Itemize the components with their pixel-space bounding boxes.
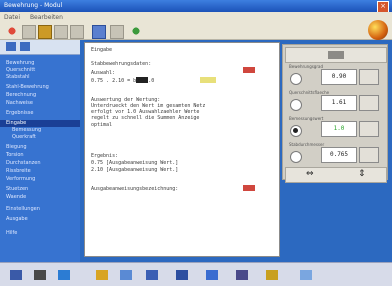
value-field[interactable]: 1.0 bbox=[321, 121, 357, 137]
value-row: Stabdurchmesser 0.765 bbox=[285, 141, 385, 165]
save-icon[interactable] bbox=[70, 25, 84, 39]
panel-toolbar bbox=[285, 47, 387, 63]
value-row: Bemessungswert 1.0 bbox=[285, 115, 385, 139]
calculator-icon[interactable] bbox=[328, 51, 344, 59]
menu-bar: Datei Bearbeiten bbox=[0, 12, 392, 22]
home-icon[interactable] bbox=[38, 25, 52, 39]
app-icon[interactable] bbox=[34, 270, 46, 280]
back-icon[interactable] bbox=[6, 25, 18, 37]
sidebar-item[interactable]: Ausgabe bbox=[0, 216, 80, 223]
start-icon[interactable] bbox=[10, 270, 22, 280]
value-highlight bbox=[200, 77, 216, 83]
value-row-label: Bemessungswert bbox=[289, 116, 324, 121]
adjust-button[interactable] bbox=[359, 69, 379, 85]
value-row: Bewehrungsgrad 0.90 bbox=[285, 63, 385, 87]
globe-icon bbox=[368, 20, 388, 40]
sidebar-item[interactable]: Hilfe bbox=[0, 230, 80, 237]
document-line: optimal bbox=[91, 122, 113, 128]
document-line: Ergebnis: bbox=[91, 153, 119, 159]
forward-icon[interactable] bbox=[22, 25, 36, 39]
document-line: Stabbewehrungsdaten: bbox=[91, 61, 152, 67]
menu-item-datei[interactable]: Datei bbox=[4, 14, 20, 21]
value-row-label: Bewehrungsgrad bbox=[289, 64, 323, 69]
document-line: 2.10 [Ausgabeanweisung Wert.] bbox=[91, 167, 179, 173]
sidebar-item[interactable]: Stuetzen bbox=[0, 186, 80, 193]
option-radio[interactable] bbox=[290, 125, 302, 137]
mail-icon[interactable] bbox=[120, 270, 132, 280]
value-highlight bbox=[136, 77, 148, 83]
sidebar: Bewehrung Querschnitt Stabstahl Stahl-Beweh… bbox=[0, 40, 80, 262]
option-radio[interactable] bbox=[290, 99, 302, 111]
adjust-button[interactable] bbox=[359, 121, 379, 137]
sidebar-header bbox=[0, 40, 80, 55]
sidebar-item[interactable]: Biegung bbox=[0, 144, 80, 151]
sidebar-item[interactable]: Einstellungen bbox=[0, 206, 80, 213]
sidebar-item[interactable]: Rissbreite bbox=[0, 168, 80, 175]
document-line: Eingabe bbox=[91, 47, 113, 53]
network-icon[interactable] bbox=[300, 270, 312, 280]
error-marker bbox=[243, 67, 255, 73]
editor-icon[interactable] bbox=[206, 270, 218, 280]
document-icon[interactable] bbox=[176, 270, 188, 280]
adjust-button[interactable] bbox=[359, 95, 379, 111]
settings-icon[interactable] bbox=[266, 270, 278, 280]
adjust-button[interactable] bbox=[359, 147, 379, 163]
sidebar-item[interactable]: Waende bbox=[0, 194, 80, 201]
sidebar-item[interactable]: Stabstahl bbox=[0, 74, 80, 81]
tool-icon[interactable] bbox=[236, 270, 248, 280]
taskbar bbox=[0, 262, 392, 286]
value-panel: Bewehrungsgrad 0.90 Querschnittsflaeche 1.6… bbox=[282, 44, 388, 183]
document-line: Auswahl: bbox=[91, 70, 116, 76]
help-icon[interactable] bbox=[130, 25, 142, 37]
sidebar-item[interactable]: Berechnung bbox=[0, 92, 80, 99]
print-icon[interactable] bbox=[54, 25, 68, 39]
tree-icon[interactable] bbox=[20, 42, 30, 51]
title-bar: Bewehrung - Modul × bbox=[0, 0, 392, 13]
view-icon[interactable] bbox=[92, 25, 106, 39]
document-line: Ausgabeanweisungsbezeichnung: bbox=[91, 186, 179, 192]
document-panel[interactable]: Eingabe Stabbewehrungsdaten: Auswahl: 0.75 … bbox=[84, 42, 280, 257]
sidebar-item[interactable]: Bemessung bbox=[0, 127, 80, 134]
sidebar-item[interactable]: Eingabe bbox=[0, 120, 80, 127]
window-title: Bewehrung - Modul bbox=[4, 2, 63, 9]
copy-icon[interactable] bbox=[110, 25, 124, 39]
document-line: 0.75 [Ausgabeanweisung Wert.] bbox=[91, 160, 179, 166]
horizontal-arrow-icon[interactable]: ⇔ bbox=[306, 169, 314, 179]
sidebar-item[interactable]: Stahl-Bewehrung bbox=[0, 84, 80, 91]
sidebar-item[interactable]: Durchstanzen bbox=[0, 160, 80, 167]
value-field[interactable]: 0.90 bbox=[321, 69, 357, 85]
sidebar-item[interactable]: Querkraft bbox=[0, 134, 80, 141]
arrow-bar: ⇔ ⇕ bbox=[285, 167, 387, 183]
sidebar-item[interactable]: Nachweise bbox=[0, 100, 80, 107]
option-radio[interactable] bbox=[290, 151, 302, 163]
sidebar-item[interactable]: Querschnitt bbox=[0, 67, 80, 74]
value-field[interactable]: 0.765 bbox=[321, 147, 357, 163]
value-row: Querschnittsflaeche 1.61 bbox=[285, 89, 385, 113]
sidebar-item[interactable]: Bewehrung bbox=[0, 60, 80, 67]
folder-icon[interactable] bbox=[96, 270, 108, 280]
document-line: regelt zu schnell die Summen Anzeige bbox=[91, 115, 200, 121]
menu-item-bearbeiten[interactable]: Bearbeiten bbox=[30, 14, 63, 21]
sidebar-item[interactable]: Ergebnisse bbox=[0, 110, 80, 117]
app-icon[interactable] bbox=[146, 270, 158, 280]
toolbar bbox=[0, 22, 392, 40]
option-radio[interactable] bbox=[290, 73, 302, 85]
browser-icon[interactable] bbox=[58, 270, 70, 280]
value-row-label: Stabdurchmesser bbox=[289, 142, 325, 147]
value-field[interactable]: 1.61 bbox=[321, 95, 357, 111]
sidebar-item[interactable]: Verformung bbox=[0, 176, 80, 183]
error-marker bbox=[243, 185, 255, 191]
sidebar-item[interactable]: Torsion bbox=[0, 152, 80, 159]
vertical-arrow-icon[interactable]: ⇕ bbox=[358, 169, 366, 179]
folder-icon[interactable] bbox=[6, 42, 16, 51]
